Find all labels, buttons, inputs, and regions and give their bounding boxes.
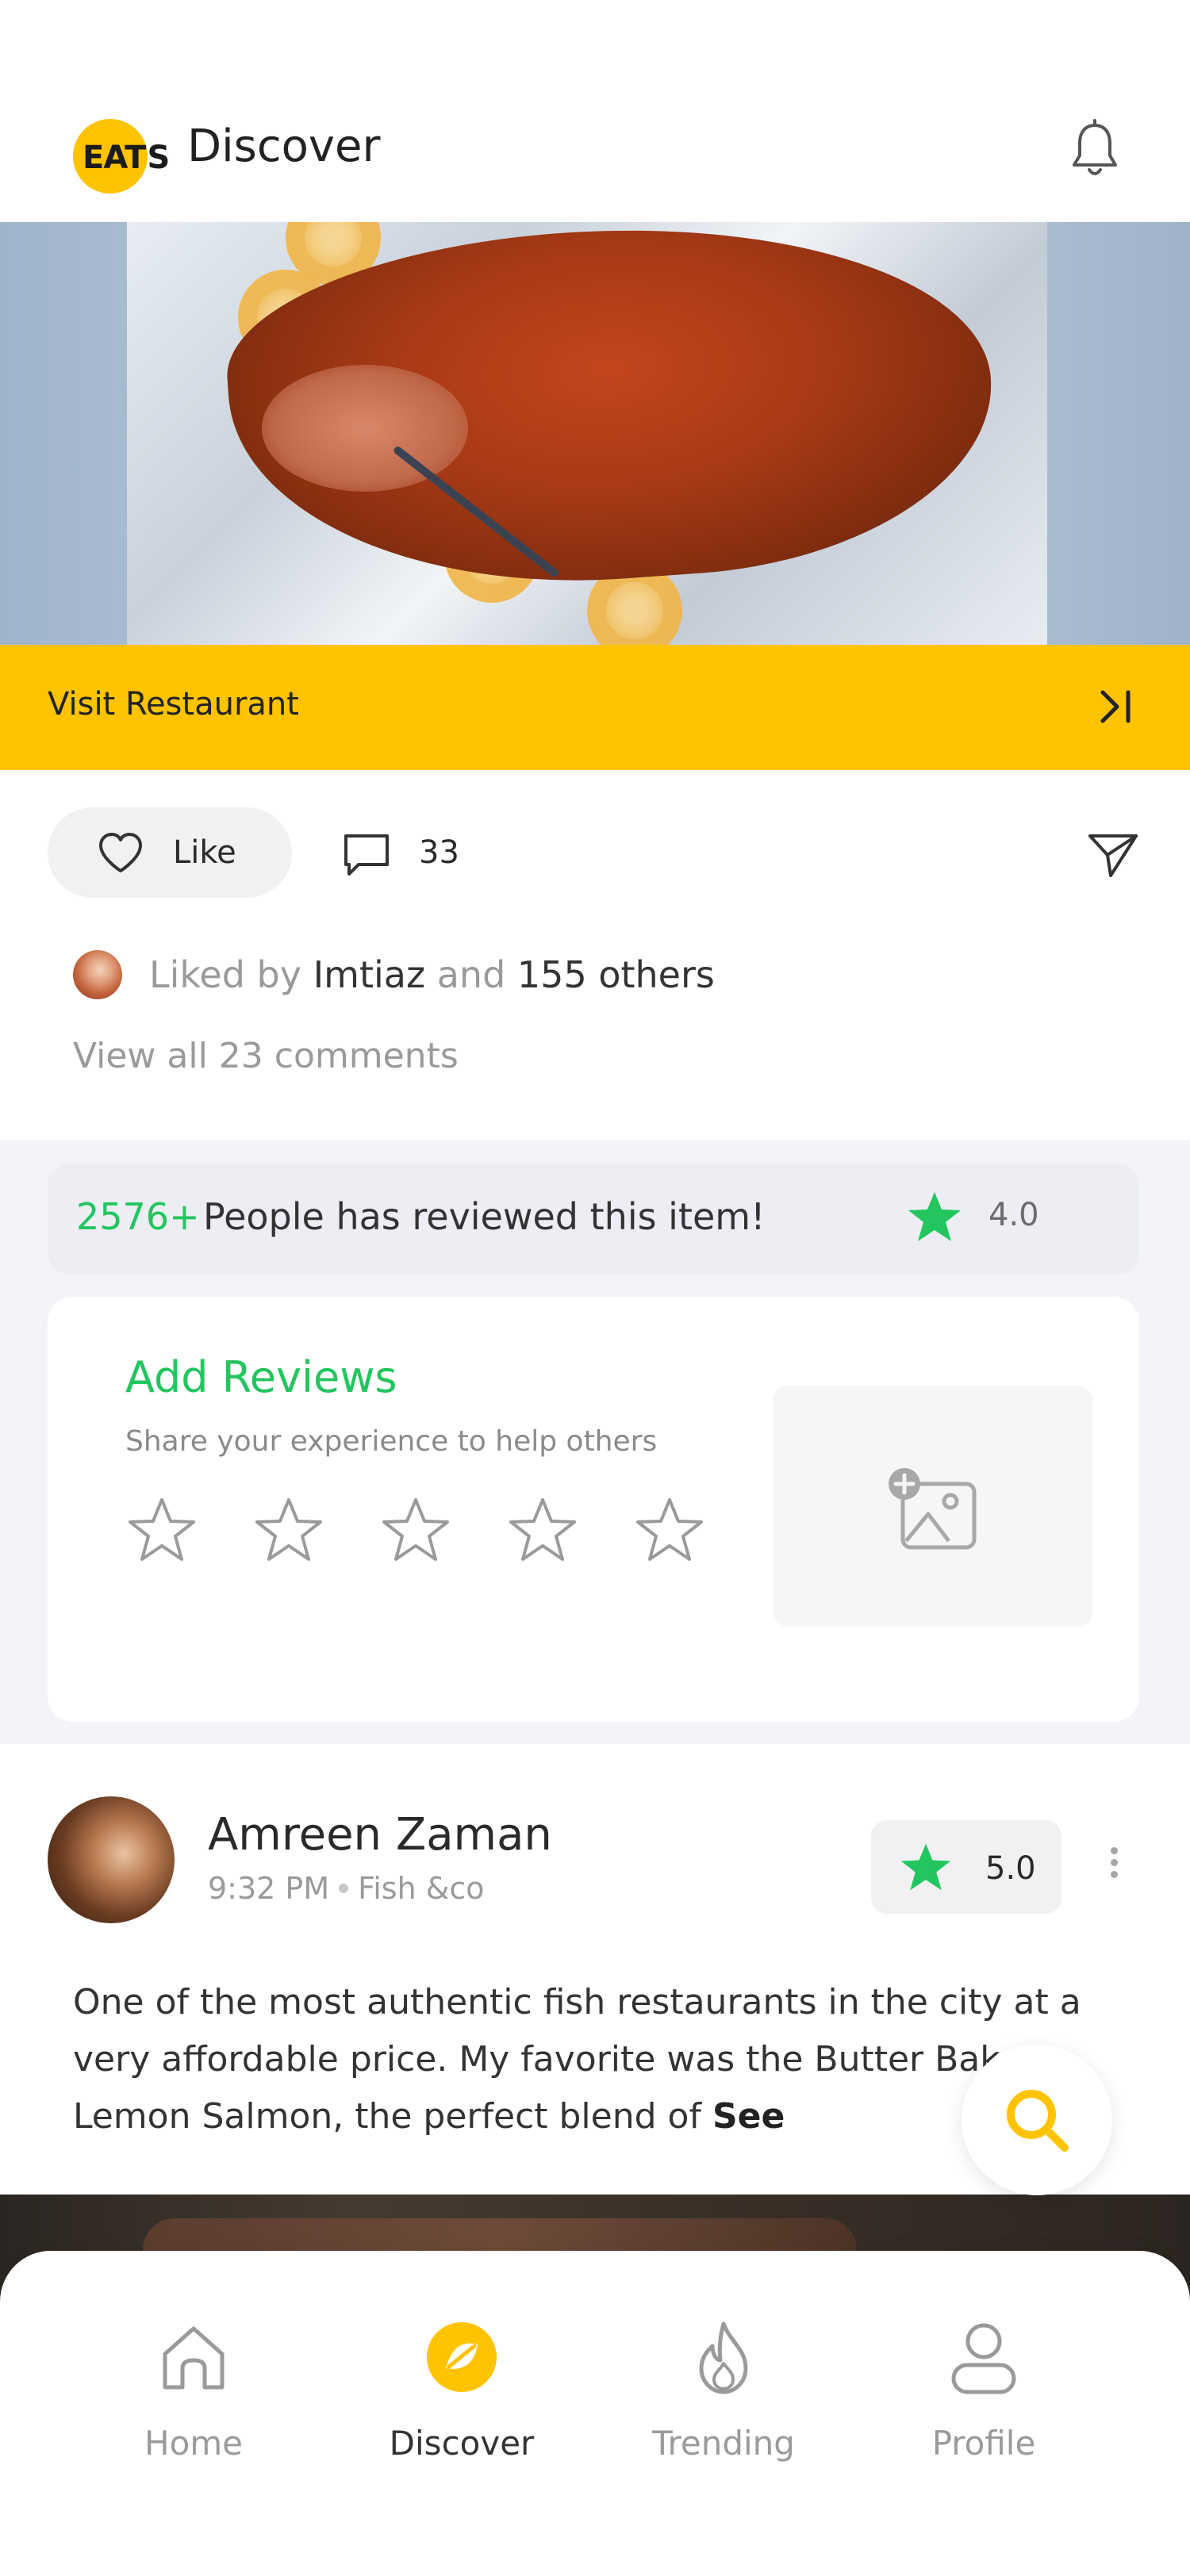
rate-star-1-icon[interactable] — [125, 1495, 198, 1565]
discover-icon — [427, 2322, 497, 2392]
flame-icon — [699, 2321, 748, 2394]
home-icon — [163, 2326, 225, 2390]
nav-label-discover: Discover — [389, 2424, 535, 2463]
hero-food-image[interactable] — [0, 222, 1190, 645]
review-summary-bar[interactable]: 2576+ People has reviewed this item! 4.0 — [48, 1163, 1139, 1275]
post-rating-badge: 5.0 — [871, 1820, 1061, 1914]
visit-restaurant-button[interactable]: Visit Restaurant — [0, 645, 1190, 770]
nav-item-profile[interactable]: Profile — [865, 2251, 1103, 2489]
page-title: Discover — [187, 121, 381, 172]
send-icon[interactable] — [1087, 831, 1139, 879]
notification-bell-icon[interactable] — [1067, 119, 1123, 182]
view-all-comments-link[interactable]: View all 23 comments — [73, 1036, 459, 1076]
review-text: One of the most authentic fish restauran… — [73, 1974, 1104, 2156]
nav-item-home[interactable]: Home — [75, 2251, 313, 2489]
rate-star-3-icon[interactable] — [379, 1495, 452, 1565]
see-more-link[interactable]: See — [712, 2096, 785, 2137]
post-place[interactable]: Fish &co — [358, 1871, 484, 1906]
heart-icon — [99, 833, 142, 872]
liked-by-others[interactable]: 155 others — [517, 953, 715, 996]
search-fab[interactable] — [962, 2045, 1112, 2195]
review-count: 2576+ — [76, 1195, 200, 1238]
post-time: 9:32 PM — [208, 1871, 330, 1906]
add-review-card: Add Reviews Share your experience to hel… — [48, 1297, 1139, 1722]
reviews-section: 2576+ People has reviewed this item! 4.0… — [0, 1140, 1190, 1744]
liked-by-prefix: Liked by — [149, 953, 301, 996]
more-options-icon[interactable] — [1098, 1842, 1130, 1890]
bottom-navigation: Home Discover Trending Profile — [0, 2251, 1190, 2576]
skip-forward-icon — [1100, 690, 1130, 723]
nav-label-trending: Trending — [652, 2424, 795, 2463]
liked-by-and: and — [436, 953, 506, 996]
comment-icon[interactable] — [341, 831, 392, 879]
add-reviews-subtitle: Share your experience to help others — [125, 1425, 658, 1458]
liked-by-user[interactable]: Imtiaz — [313, 953, 426, 996]
post-rating-value: 5.0 — [985, 1850, 1036, 1887]
logo-text-main: EAT — [83, 140, 146, 176]
rate-star-4-icon[interactable] — [506, 1495, 579, 1565]
nav-label-home: Home — [144, 2424, 244, 2463]
visit-restaurant-label: Visit Restaurant — [48, 686, 299, 723]
meta-separator-dot — [339, 1883, 349, 1893]
eats-logo[interactable]: EATS — [73, 119, 170, 194]
like-button[interactable]: Like — [48, 807, 292, 898]
search-icon — [1007, 2090, 1069, 2152]
review-summary-text: People has reviewed this item! — [203, 1195, 766, 1238]
post-meta: 9:32 PM Fish &co — [208, 1871, 485, 1906]
rate-star-5-icon[interactable] — [633, 1495, 706, 1565]
profile-icon — [951, 2323, 1016, 2394]
star-filled-icon — [908, 1192, 961, 1241]
nav-item-trending[interactable]: Trending — [605, 2251, 843, 2489]
add-image-icon — [889, 1468, 977, 1550]
author-avatar[interactable] — [48, 1796, 175, 1923]
liked-by-text[interactable]: Liked by Imtiaz and 155 others — [149, 953, 715, 996]
nav-item-discover[interactable]: Discover — [343, 2251, 581, 2489]
comment-count: 33 — [419, 834, 459, 871]
app-header: EATS Discover — [0, 0, 1190, 222]
average-rating: 4.0 — [988, 1197, 1039, 1233]
logo-text-s: S — [147, 140, 170, 176]
like-label: Like — [173, 834, 236, 871]
add-reviews-title: Add Reviews — [125, 1352, 397, 1402]
nav-label-profile: Profile — [931, 2424, 1036, 2463]
star-filled-icon — [900, 1843, 951, 1891]
review-body: One of the most authentic fish restauran… — [73, 1982, 1081, 2137]
add-photo-button[interactable] — [773, 1386, 1093, 1627]
rate-star-2-icon[interactable] — [252, 1495, 325, 1565]
author-name[interactable]: Amreen Zaman — [208, 1809, 552, 1861]
liked-by-avatar[interactable] — [73, 950, 122, 999]
